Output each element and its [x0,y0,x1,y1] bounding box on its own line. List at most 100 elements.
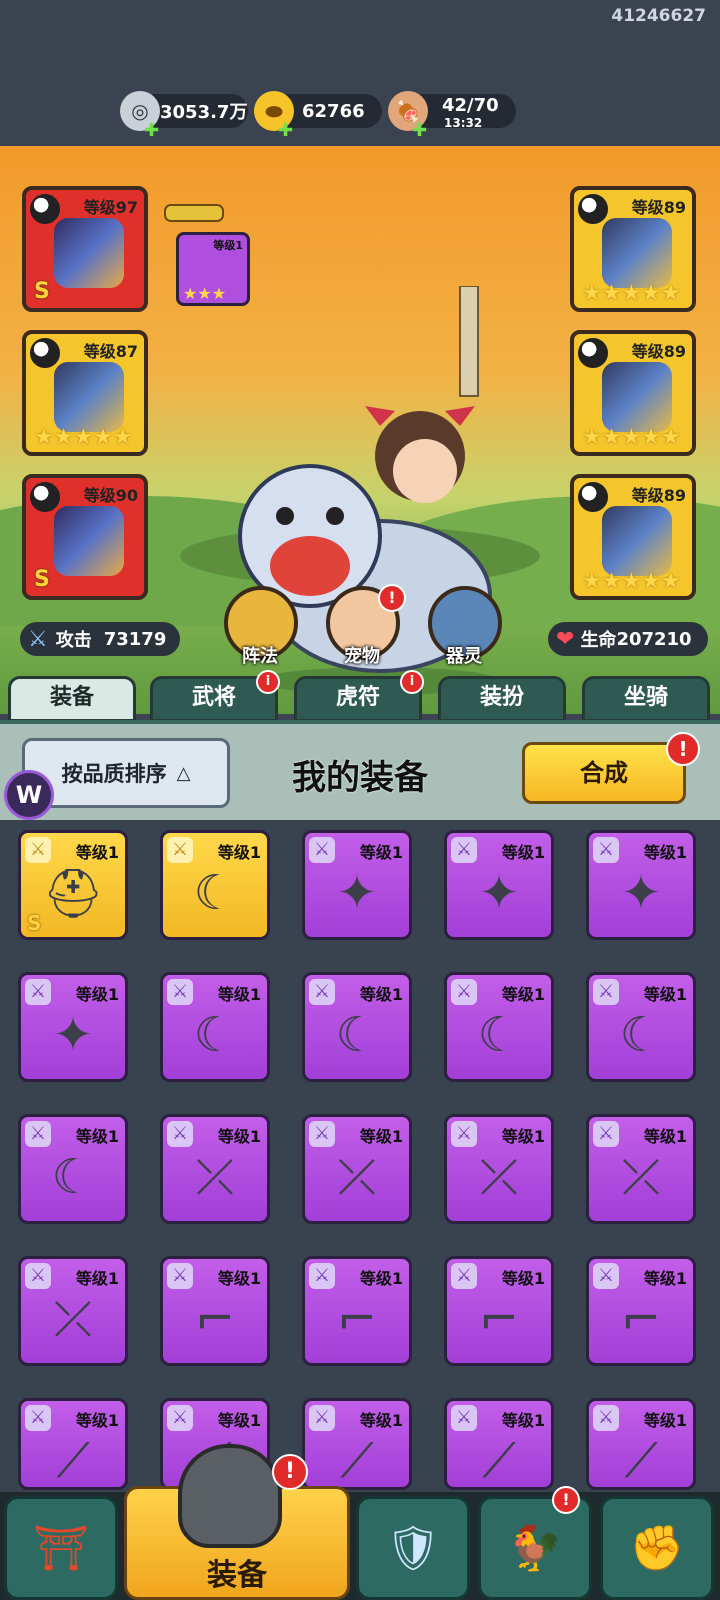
slot-level: 等级89 [631,198,686,217]
inventory-item-crossbow[interactable]: ⚔ 等级1 ⤫ [18,1256,128,1366]
item-level: 等级1 [75,1269,119,1288]
item-level: 等级1 [643,843,687,862]
inventory-item-blade[interactable]: ⚔ 等级1 ⟋ [586,1398,696,1490]
inventory-item-blade[interactable]: ⚔ 等级1 ⟋ [444,1398,554,1490]
equip-slot-boots[interactable]: 等级89 ★★★★★ [570,474,696,600]
star-rating: ★★★★★ [582,281,681,306]
equip-slot-accessory[interactable]: 等级87 ★★★★★ [22,330,148,456]
small-slot-level: 等级1 [213,239,243,252]
triangle-up-icon: △ [176,762,191,784]
slot-level: 等级97 [83,198,138,217]
crossbow-icon: ⤫ [53,1291,93,1347]
inventory-item-sickle[interactable]: ⚔ 等级1 ☾ [444,972,554,1082]
heroes-alert-badge: ! [552,1486,580,1514]
yin-yang-icon [578,194,608,224]
generals-alert-badge: i [256,670,280,694]
inventory-item-sickle[interactable]: ⚔ 等级1 ☾ [18,1114,128,1224]
equip-slot-armor[interactable]: 等级89 ★★★★★ [570,186,696,312]
sword-badge-icon: ⚔ [167,837,193,863]
sword-badge-icon: ⚔ [309,1405,335,1431]
inventory-item-shuriken[interactable]: ⚔ 等级1 ✦ [18,972,128,1082]
inventory-item-blade[interactable]: ⚔ 等级1 ⟋ [302,1398,412,1490]
gauntlet-icon [602,362,672,432]
equip-slot-helmet[interactable]: 等级90 S [22,474,148,600]
pet-label: 宠物 [344,646,380,667]
tab-outfit[interactable]: 装扮 [438,676,566,722]
stamina-resource[interactable]: 🍖 42/70 13:32 ✚ [388,91,516,141]
nav-equipment-label: 装备 [207,1558,267,1593]
rarity-badge: S [27,911,42,935]
sword-badge-icon: ⚔ [25,1121,51,1147]
inventory-item-sickle[interactable]: ⚔ 等级1 ☾ [160,972,270,1082]
gold-resource[interactable]: ⬬ 62766 ✚ [254,91,382,141]
inventory-item-sickle[interactable]: ⚔ 等级1 ☾ [302,972,412,1082]
inventory-item-shuriken[interactable]: ⚔ 等级1 ✦ [586,830,696,940]
combine-button[interactable]: 合成 [522,742,686,804]
item-level: 等级1 [75,985,119,1004]
star-rating: ★★★★★ [582,569,681,594]
inventory-item-sickle[interactable]: ⚔ 等级1 ☾ [586,972,696,1082]
small-equip-slot[interactable]: 等级1 ★★★ [176,232,250,306]
silver-resource[interactable]: ◎ 3053.7万 ✚ [120,91,248,141]
yin-yang-icon [30,338,60,368]
crossbow-icon: ⤫ [621,1149,661,1205]
nav-battle[interactable]: 🛡 [356,1496,470,1600]
rarity-badge: S [34,279,50,304]
inventory-item-sickle-gold[interactable]: ⚔ 等级1 ☾ [160,830,270,940]
sword-badge-icon: ⚔ [451,979,477,1005]
inventory-item-pistol[interactable]: ⚔ 等级1 ⌐ [586,1256,696,1366]
inventory-item-pistol[interactable]: ⚔ 等级1 ⌐ [160,1256,270,1366]
attack-label: 攻击 [55,630,92,651]
blade-icon: ⟋ [624,1433,658,1489]
equip-slot-gloves[interactable]: 等级89 ★★★★★ [570,330,696,456]
item-level: 等级1 [75,843,119,862]
slot-level: 等级89 [631,342,686,361]
shuriken-icon: ✦ [336,865,378,921]
inventory-item-pistol[interactable]: ⚔ 等级1 ⌐ [302,1256,412,1366]
shuriken-icon: ✦ [478,865,520,921]
small-slot-stars: ★★★ [183,284,227,303]
nav-upgrade[interactable]: ✊ [600,1496,714,1600]
item-level: 等级1 [359,843,403,862]
blade-icon: ⟋ [340,1433,374,1489]
add-silver-icon[interactable]: ✚ [144,120,159,141]
gate-icon: ⛩ [33,1523,89,1574]
item-level: 等级1 [359,985,403,1004]
sword-badge-icon: ⚔ [593,1121,619,1147]
pistol-icon: ⌐ [336,1291,378,1347]
sword-badge-icon: ⚔ [593,979,619,1005]
stamina-timer: 13:32 [444,116,483,130]
shuriken-icon: ✦ [52,1007,94,1063]
equip-slot-weapon[interactable]: 等级97 S [22,186,148,312]
inventory-item-shuriken[interactable]: ⚔ 等级1 ✦ [444,830,554,940]
boots-icon [602,506,672,576]
sword-badge-icon: ⚔ [593,1263,619,1289]
heart-icon: ❤ [556,626,575,652]
necklace-icon [54,362,124,432]
gold-amount: 62766 [302,100,365,122]
nav-heroes[interactable]: 🐓 [478,1496,592,1600]
inventory-item-crossbow[interactable]: ⚔ 等级1 ⤫ [160,1114,270,1224]
yin-yang-icon [578,482,608,512]
crossbow-icon: ⤫ [337,1149,377,1205]
inventory-item-shuriken[interactable]: ⚔ 等级1 ✦ [302,830,412,940]
tab-equipment[interactable]: 装备 [8,676,136,722]
inventory-item-crossbow[interactable]: ⚔ 等级1 ⤫ [586,1114,696,1224]
pistol-icon: ⌐ [620,1291,662,1347]
formation-label: 阵法 [242,646,278,667]
combine-alert-badge: ! [666,732,700,766]
blade-icon: ⟋ [56,1433,90,1489]
add-stamina-icon[interactable]: ✚ [412,120,427,141]
item-level: 等级1 [643,1269,687,1288]
crossbow-icon: ⤫ [479,1149,519,1205]
inventory-item-helmet-gold-S[interactable]: ⚔ 等级1 ⛑ S [18,830,128,940]
inventory-item-blade[interactable]: ⚔ 等级1 ⟋ [18,1398,128,1490]
tab-mount[interactable]: 坐骑 [582,676,710,722]
inventory-item-crossbow[interactable]: ⚔ 等级1 ⤫ [302,1114,412,1224]
inventory-item-crossbow[interactable]: ⚔ 等级1 ⤫ [444,1114,554,1224]
add-gold-icon[interactable]: ✚ [278,120,293,141]
rooster-icon: 🐓 [507,1523,563,1574]
inventory-item-pistol[interactable]: ⚔ 等级1 ⌐ [444,1256,554,1366]
floating-assistant-icon[interactable]: W [4,770,54,820]
nav-home[interactable]: ⛩ [4,1496,118,1600]
